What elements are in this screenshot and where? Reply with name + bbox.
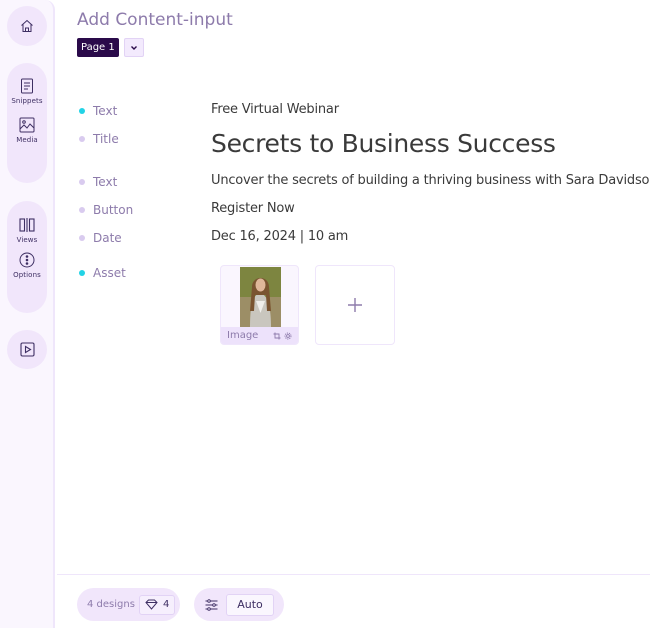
asset-card-image[interactable]: Image bbox=[220, 265, 299, 345]
sidebar-group-content: Snippets Media bbox=[7, 63, 47, 183]
sidebar-group-layout: Views Options bbox=[7, 201, 47, 313]
sidebar-label-snippets: Snippets bbox=[11, 97, 43, 105]
auto-button[interactable]: Auto bbox=[226, 593, 274, 616]
sidebar: Snippets Media Views Options bbox=[0, 0, 55, 628]
sidebar-label-options: Options bbox=[13, 271, 41, 279]
crop-icon[interactable] bbox=[273, 332, 281, 340]
field-value-description[interactable]: Uncover the secrets of building a thrivi… bbox=[211, 173, 650, 188]
asset-card-footer: Image bbox=[221, 327, 298, 344]
field-type: Asset bbox=[93, 266, 126, 280]
media-icon bbox=[19, 117, 35, 133]
portrait-photo bbox=[240, 267, 281, 328]
field-type: Button bbox=[93, 203, 134, 217]
page-title: Add Content-input bbox=[77, 10, 233, 30]
sidebar-item-snippets[interactable]: Snippets bbox=[11, 78, 43, 105]
preview-play-icon bbox=[19, 342, 35, 357]
field-label-text[interactable]: Text bbox=[79, 104, 117, 118]
sidebar-item-preview[interactable] bbox=[19, 342, 35, 357]
indicator-dot bbox=[79, 136, 85, 142]
sidebar-label-views: Views bbox=[16, 236, 38, 244]
field-label-asset[interactable]: Asset bbox=[79, 266, 126, 280]
page-selector[interactable]: Page 1 bbox=[77, 38, 119, 57]
chevron-down-icon bbox=[131, 45, 137, 50]
active-indicator-dot bbox=[79, 108, 85, 114]
designs-badge[interactable]: 4 bbox=[138, 594, 176, 615]
diamond-icon bbox=[145, 599, 158, 610]
plus-icon bbox=[348, 298, 362, 312]
field-value-button[interactable]: Register Now bbox=[211, 201, 295, 216]
sidebar-group-home bbox=[7, 6, 47, 46]
sliders-icon[interactable] bbox=[205, 598, 218, 611]
options-icon bbox=[19, 252, 35, 268]
settings-gear-icon[interactable] bbox=[284, 332, 292, 340]
sidebar-item-media[interactable]: Media bbox=[16, 117, 38, 144]
indicator-dot bbox=[79, 207, 85, 213]
field-label-date[interactable]: Date bbox=[79, 231, 122, 245]
field-type: Title bbox=[93, 132, 119, 146]
designs-count-label: 4 designs bbox=[87, 599, 135, 610]
footer-divider bbox=[57, 574, 650, 575]
sidebar-label-media: Media bbox=[16, 136, 38, 144]
field-label-text-2[interactable]: Text bbox=[79, 175, 117, 189]
designs-pill[interactable]: 4 designs 4 bbox=[77, 588, 180, 621]
indicator-dot bbox=[79, 235, 85, 241]
add-asset-button[interactable] bbox=[315, 265, 395, 345]
field-value-subtitle[interactable]: Free Virtual Webinar bbox=[211, 102, 339, 117]
views-icon bbox=[19, 218, 35, 232]
field-type: Text bbox=[93, 175, 118, 189]
field-value-title[interactable]: Secrets to Business Success bbox=[211, 129, 556, 158]
sidebar-item-views[interactable]: Views bbox=[17, 217, 38, 244]
page-dropdown-button[interactable] bbox=[124, 38, 144, 57]
field-value-date[interactable]: Dec 16, 2024 | 10 am bbox=[211, 229, 348, 244]
snippets-icon bbox=[21, 78, 33, 94]
layout-pill: Auto bbox=[194, 588, 284, 621]
asset-type-label: Image bbox=[227, 330, 259, 341]
asset-thumbnail bbox=[240, 267, 281, 328]
field-label-button[interactable]: Button bbox=[79, 203, 133, 217]
field-label-title[interactable]: Title bbox=[79, 132, 119, 146]
sidebar-item-home[interactable] bbox=[20, 19, 34, 33]
sidebar-item-options[interactable]: Options bbox=[13, 252, 41, 279]
designs-count-value: 4 bbox=[162, 599, 170, 610]
field-type: Date bbox=[93, 231, 122, 245]
active-indicator-dot bbox=[79, 270, 85, 276]
sidebar-group-preview bbox=[7, 330, 47, 369]
field-type: Text bbox=[93, 104, 118, 118]
home-icon bbox=[21, 19, 33, 32]
indicator-dot bbox=[79, 179, 85, 185]
